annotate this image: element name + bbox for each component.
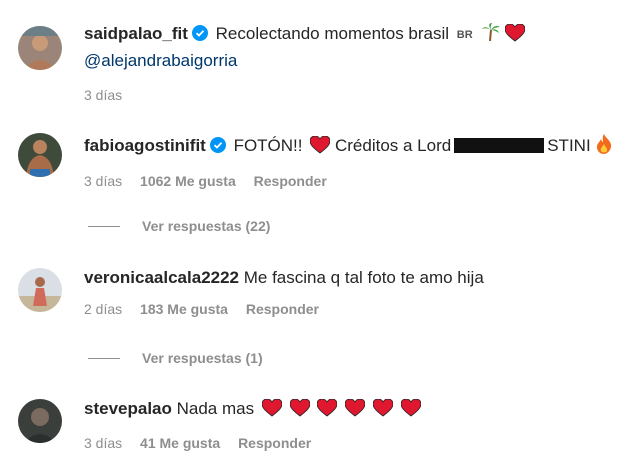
- avatar[interactable]: [18, 26, 62, 70]
- redaction-bar: [454, 138, 545, 153]
- comment-text: Recolectando momentos brasil: [215, 24, 450, 43]
- comment-username[interactable]: stevepalao: [84, 399, 172, 418]
- avatar[interactable]: [18, 133, 62, 177]
- heart-emoji-icon: [505, 23, 526, 49]
- reply-button[interactable]: Responder: [246, 301, 319, 317]
- likes-count[interactable]: 41 Me gusta: [140, 435, 220, 451]
- view-replies-button[interactable]: Ver respuestas (22): [88, 218, 270, 234]
- verified-badge-icon: [209, 136, 226, 160]
- view-replies-button[interactable]: Ver respuestas (1): [88, 350, 263, 366]
- heart-emoji-icon: [372, 398, 394, 424]
- comment-username[interactable]: saidpalao_fit: [84, 24, 188, 43]
- likes-count[interactable]: 1062 Me gusta: [140, 173, 236, 189]
- view-replies-label: Ver respuestas (22): [142, 218, 271, 234]
- reply-button[interactable]: Responder: [254, 173, 327, 189]
- comment-text: Nada mas: [176, 399, 255, 418]
- likes-count[interactable]: 183 Me gusta: [140, 301, 228, 317]
- comment-text: Me fascina q tal foto te amo hija: [243, 268, 484, 287]
- comment-time[interactable]: 3 días: [84, 435, 122, 451]
- comment-time[interactable]: 3 días: [84, 173, 122, 189]
- hearts-emoji-group: [259, 398, 421, 418]
- comment-text: FOTÓN!!: [233, 136, 303, 155]
- flag-br: BR: [456, 29, 473, 41]
- comment-time[interactable]: 3 días: [84, 87, 122, 103]
- reply-button[interactable]: Responder: [238, 435, 311, 451]
- avatar[interactable]: [18, 399, 62, 443]
- divider: [88, 225, 120, 227]
- mention-link[interactable]: @alejandrabaigorria: [84, 49, 630, 73]
- heart-emoji-icon: [316, 398, 338, 424]
- heart-emoji-icon: [344, 398, 366, 424]
- divider: [88, 357, 120, 359]
- heart-emoji-icon: [261, 398, 283, 424]
- fire-icon: [596, 134, 612, 161]
- comment-text-credits: Créditos a Lord: [334, 136, 452, 155]
- heart-emoji-icon: [309, 135, 331, 161]
- comment-time[interactable]: 2 días: [84, 301, 122, 317]
- view-replies-label: Ver respuestas (1): [142, 350, 263, 366]
- heart-emoji-icon: [289, 398, 310, 424]
- verified-badge-icon: [191, 24, 208, 48]
- palm-tree-icon: [481, 22, 501, 49]
- comment-text-end: STINI: [547, 136, 591, 155]
- avatar[interactable]: [18, 268, 62, 312]
- comment-username[interactable]: fabioagostinifit: [84, 136, 206, 155]
- comment-username[interactable]: veronicaalcala2222: [84, 268, 239, 287]
- heart-emoji-icon: [400, 398, 421, 424]
